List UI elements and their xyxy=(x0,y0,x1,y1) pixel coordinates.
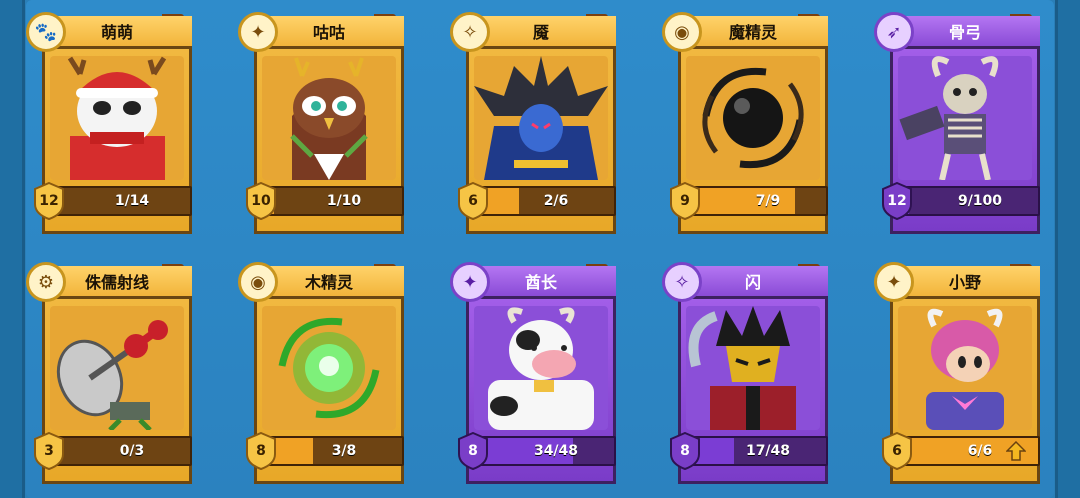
owl-icon xyxy=(290,57,368,180)
card-count: 3/8 xyxy=(331,443,357,459)
progress-bar: 1/10 xyxy=(258,186,404,216)
hero-portrait xyxy=(262,56,396,180)
ray-turret-icon xyxy=(56,320,168,430)
green-orb-icon xyxy=(278,317,380,419)
level-badge: 8 xyxy=(246,432,276,470)
progress-bar: 1/14 xyxy=(46,186,192,216)
hero-card-mujingling[interactable]: 木精灵 ◉ 3/8 8 xyxy=(238,250,404,484)
level-badge: 9 xyxy=(670,182,700,220)
left-edge xyxy=(0,0,25,498)
hero-portrait xyxy=(50,56,184,180)
right-edge xyxy=(1055,0,1080,498)
dark-orb-icon xyxy=(702,67,804,169)
cow-chief-icon xyxy=(488,307,594,430)
card-count: 9/100 xyxy=(957,193,1003,209)
santa-panda-icon xyxy=(67,56,167,180)
compass-icon: ✧ xyxy=(450,12,490,52)
hero-card-shan[interactable]: 闪 ✧ 17/48 8 xyxy=(662,250,828,484)
hero-portrait xyxy=(474,56,608,180)
progress-bar: 7/9 xyxy=(682,186,828,216)
orb-icon: ◉ xyxy=(662,12,702,52)
paw-icon: 🐾 xyxy=(26,12,66,52)
level-badge: 10 xyxy=(246,182,276,220)
hero-card-gugong[interactable]: 骨弓 ➶ 9/100 12 xyxy=(874,0,1040,234)
hero-card-qiuzhang[interactable]: 酋长 ✦ 34/48 8 xyxy=(450,250,616,484)
progress-bar: 34/48 xyxy=(470,436,616,466)
hero-card-mojingling[interactable]: 魔精灵 ◉ 7/9 9 xyxy=(662,0,828,234)
hero-card-yan[interactable]: 魇 ✧ 2/6 6 xyxy=(450,0,616,234)
level-badge: 12 xyxy=(34,182,64,220)
hero-portrait xyxy=(898,56,1032,180)
hero-card-zhuru-shexian[interactable]: 侏儒射线 ⚙ 0/3 3 xyxy=(26,250,192,484)
sparkle-icon: ✦ xyxy=(874,262,914,302)
hero-portrait xyxy=(686,306,820,430)
orb-icon: ◉ xyxy=(238,262,278,302)
card-count: 1/14 xyxy=(114,193,150,209)
hero-card-mengmeng[interactable]: 萌萌 🐾 1/14 12 xyxy=(26,0,192,234)
hero-portrait xyxy=(262,306,396,430)
upgrade-arrow-icon[interactable] xyxy=(1006,441,1026,461)
progress-bar: 3/8 xyxy=(258,436,404,466)
level-badge: 8 xyxy=(458,432,488,470)
card-count: 17/48 xyxy=(745,443,791,459)
hero-portrait xyxy=(50,306,184,430)
demon-knight-icon xyxy=(474,56,608,180)
card-count: 34/48 xyxy=(533,443,579,459)
hero-portrait xyxy=(898,306,1032,430)
hero-portrait xyxy=(686,56,820,180)
progress-bar: 2/6 xyxy=(470,186,616,216)
level-badge: 8 xyxy=(670,432,700,470)
progress-bar: 17/48 xyxy=(682,436,828,466)
sparkle-icon: ✦ xyxy=(238,12,278,52)
card-count: 1/10 xyxy=(326,193,362,209)
hero-portrait xyxy=(474,306,608,430)
level-badge: 3 xyxy=(34,432,64,470)
skeleton-archer-icon xyxy=(899,56,999,180)
gear-icon: ⚙ xyxy=(26,262,66,302)
card-count: 0/3 xyxy=(119,443,145,459)
card-count: 2/6 xyxy=(543,193,569,209)
card-count: 7/9 xyxy=(755,193,781,209)
pink-knight-icon xyxy=(926,308,1004,430)
level-badge: 6 xyxy=(882,432,912,470)
compass-icon: ✧ xyxy=(662,262,702,302)
bow-icon: ➶ xyxy=(874,12,914,52)
level-badge: 12 xyxy=(882,182,912,220)
level-badge: 6 xyxy=(458,182,488,220)
progress-bar: 0/3 xyxy=(46,436,192,466)
sparkle-icon: ✦ xyxy=(450,262,490,302)
hero-card-xiaoye[interactable]: 小野 ✦ 6/6 6 xyxy=(874,250,1040,484)
masked-warrior-icon xyxy=(688,306,796,430)
progress-bar: 9/100 xyxy=(894,186,1040,216)
hero-card-gugu[interactable]: 咕咕 ✦ 1/10 10 xyxy=(238,0,404,234)
